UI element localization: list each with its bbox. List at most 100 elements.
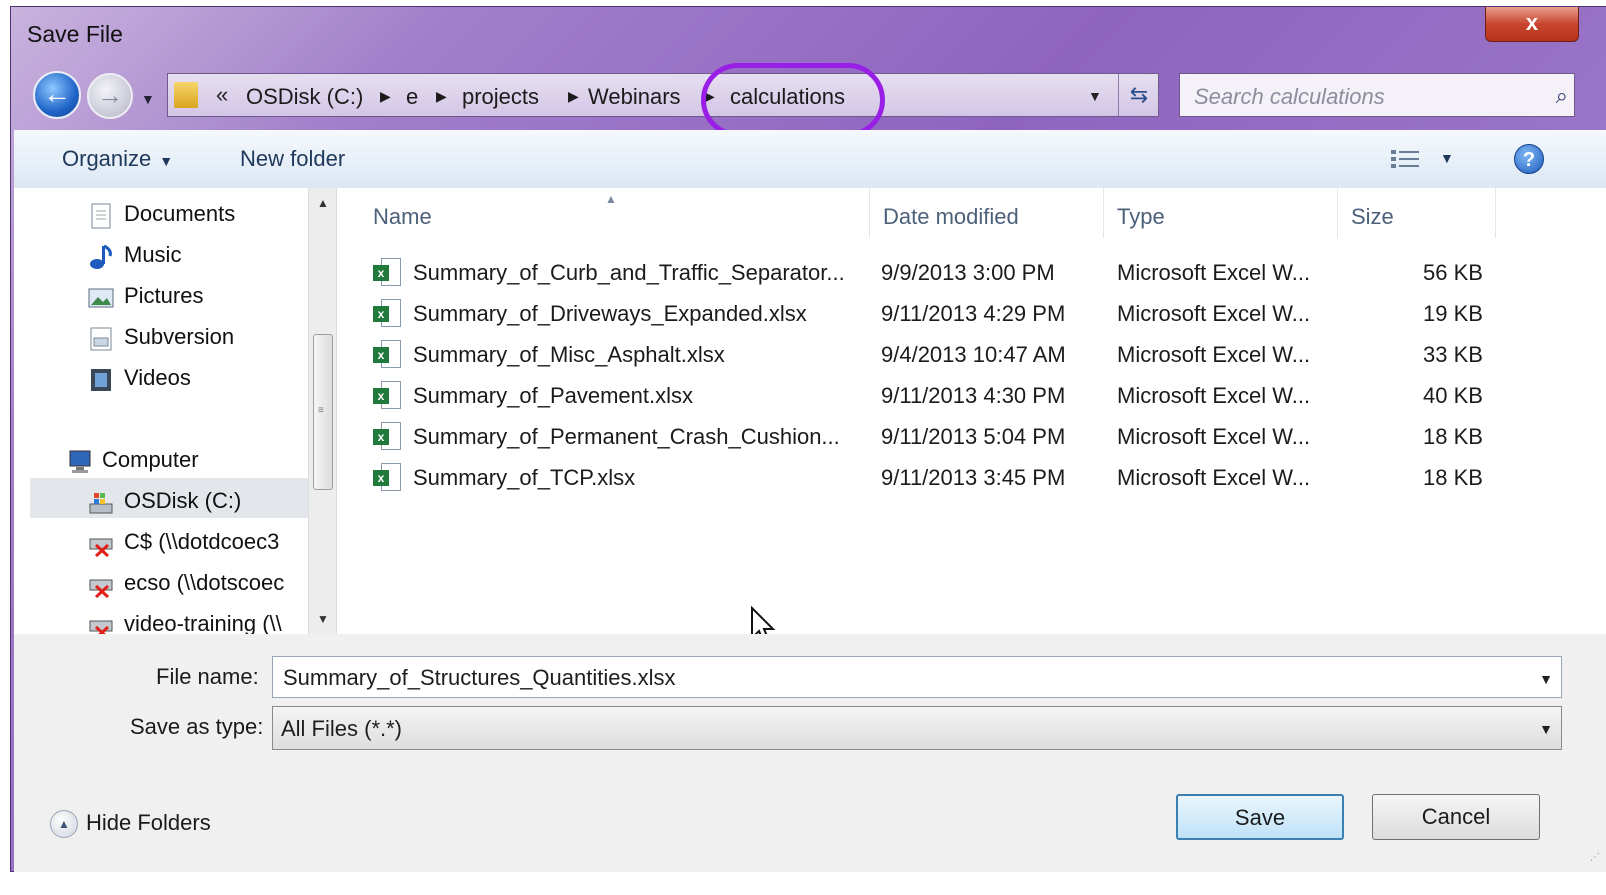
excel-file-icon: x xyxy=(373,258,401,288)
file-row[interactable]: x Summary_of_Misc_Asphalt.xlsx 9/4/2013 … xyxy=(367,334,1507,374)
column-divider[interactable] xyxy=(869,188,870,238)
column-header-name[interactable]: Name xyxy=(373,204,432,230)
forward-button[interactable]: → xyxy=(87,73,133,119)
address-overflow-chevrons[interactable]: « xyxy=(216,82,228,108)
pictures-icon xyxy=(88,284,114,310)
breadcrumb-webinars[interactable]: Webinars xyxy=(588,84,681,110)
nav-item-label: Music xyxy=(124,242,182,267)
column-header-size[interactable]: Size xyxy=(1351,204,1394,230)
recent-locations-dropdown[interactable]: ▼ xyxy=(141,91,155,107)
excel-file-icon: x xyxy=(373,340,401,370)
file-size: 18 KB xyxy=(1423,465,1483,490)
nav-item-computer[interactable]: Computer xyxy=(66,440,199,480)
excel-file-icon: x xyxy=(373,381,401,411)
arrow-right-icon: → xyxy=(97,80,123,110)
scroll-down-arrow[interactable]: ▼ xyxy=(317,612,329,626)
file-size: 19 KB xyxy=(1423,301,1483,326)
nav-item-network-cdollar[interactable]: C$ (\\dotdcoec3 xyxy=(88,522,279,562)
document-icon xyxy=(88,202,114,229)
chevron-down-icon[interactable]: ▼ xyxy=(1539,671,1553,687)
change-view-icon[interactable] xyxy=(1390,148,1420,170)
breadcrumb-osdisk[interactable]: OSDisk (C:) xyxy=(246,84,363,110)
file-name-value: Summary_of_Structures_Quantities.xlsx xyxy=(283,665,676,690)
sort-ascending-icon: ▲ xyxy=(605,192,617,206)
file-size: 56 KB xyxy=(1423,260,1483,285)
file-name: Summary_of_Curb_and_Traffic_Separator... xyxy=(413,260,845,285)
excel-file-icon: x xyxy=(373,422,401,452)
save-options-panel: File name: Summary_of_Structures_Quantit… xyxy=(14,634,1606,872)
breadcrumb-separator[interactable]: ▶ xyxy=(568,88,579,105)
subversion-icon xyxy=(88,325,114,351)
file-name: Summary_of_Permanent_Crash_Cushion... xyxy=(413,424,840,449)
close-button[interactable]: x xyxy=(1485,7,1579,42)
breadcrumb-projects[interactable]: projects xyxy=(462,84,539,110)
network-drive-disconnected-icon xyxy=(88,571,114,599)
save-button[interactable]: Save xyxy=(1176,794,1344,840)
chevron-down-icon[interactable]: ▼ xyxy=(1539,721,1553,737)
annotation-highlight-circle xyxy=(701,63,885,137)
nav-item-network-ecso[interactable]: ecso (\\dotscoec xyxy=(88,563,284,603)
nav-item-network-video-training[interactable]: video-training (\\ xyxy=(88,604,282,634)
file-date: 9/11/2013 3:45 PM xyxy=(881,465,1066,490)
refresh-button[interactable]: ⇆ xyxy=(1118,74,1159,116)
file-date: 9/11/2013 4:30 PM xyxy=(881,383,1066,408)
nav-item-music[interactable]: Music xyxy=(88,235,181,275)
save-as-type-select[interactable]: All Files (*.*) ▼ xyxy=(272,706,1562,750)
nav-item-osdisk[interactable]: OSDisk (C:) xyxy=(88,481,241,521)
file-row[interactable]: x Summary_of_TCP.xlsx 9/11/2013 3:45 PM … xyxy=(367,457,1507,497)
file-row[interactable]: x Summary_of_Permanent_Crash_Cushion... … xyxy=(367,416,1507,456)
file-date: 9/11/2013 5:04 PM xyxy=(881,424,1066,449)
file-date: 9/4/2013 10:47 AM xyxy=(881,342,1066,367)
file-type: Microsoft Excel W... xyxy=(1117,383,1311,408)
scroll-thumb[interactable]: ≡ xyxy=(313,334,333,490)
network-drive-disconnected-icon xyxy=(88,530,114,558)
scroll-up-arrow[interactable]: ▲ xyxy=(317,196,329,210)
file-name: Summary_of_Driveways_Expanded.xlsx xyxy=(413,301,807,326)
file-type: Microsoft Excel W... xyxy=(1117,424,1311,449)
file-name: Summary_of_TCP.xlsx xyxy=(413,465,636,490)
breadcrumb-separator[interactable]: ▶ xyxy=(436,88,447,105)
help-icon[interactable]: ? xyxy=(1514,144,1544,174)
column-divider[interactable] xyxy=(1103,188,1104,238)
file-date: 9/9/2013 3:00 PM xyxy=(881,260,1055,285)
file-name-input[interactable]: Summary_of_Structures_Quantities.xlsx ▼ xyxy=(272,656,1562,698)
file-size: 33 KB xyxy=(1423,342,1483,367)
file-row[interactable]: x Summary_of_Driveways_Expanded.xlsx 9/1… xyxy=(367,293,1507,333)
organize-label: Organize xyxy=(62,146,152,171)
command-toolbar: Organize ▼ New folder ▼ ? xyxy=(14,130,1606,189)
nav-item-documents[interactable]: Documents xyxy=(88,194,235,234)
nav-item-videos[interactable]: Videos xyxy=(88,358,191,398)
folder-icon xyxy=(174,82,198,108)
nav-item-label: C$ (\\dotdcoec3 xyxy=(124,529,280,554)
file-name: Summary_of_Pavement.xlsx xyxy=(413,383,693,408)
dialog-content: Organize ▼ New folder ▼ ? Documents Music… xyxy=(14,130,1606,872)
column-header-type[interactable]: Type xyxy=(1117,204,1165,230)
new-folder-button[interactable]: New folder xyxy=(240,146,345,172)
nav-item-subversion[interactable]: Subversion xyxy=(88,317,234,357)
breadcrumb-separator[interactable]: ▶ xyxy=(380,88,391,105)
arrow-left-icon: ← xyxy=(43,78,71,109)
hide-folders-label: Hide Folders xyxy=(86,810,211,835)
hide-folders-button[interactable]: ▲ Hide Folders xyxy=(50,810,211,839)
column-divider[interactable] xyxy=(1495,188,1496,238)
address-dropdown-arrow[interactable]: ▼ xyxy=(1088,88,1102,104)
view-options-dropdown[interactable]: ▼ xyxy=(1440,150,1454,166)
column-header-date-modified[interactable]: Date modified xyxy=(883,204,1019,230)
resize-grip-icon[interactable]: ⋰ xyxy=(1590,852,1600,863)
file-row[interactable]: x Summary_of_Pavement.xlsx 9/11/2013 4:3… xyxy=(367,375,1507,415)
music-icon xyxy=(88,243,114,270)
nav-item-pictures[interactable]: Pictures xyxy=(88,276,203,316)
column-divider[interactable] xyxy=(1337,188,1338,238)
refresh-icon: ⇆ xyxy=(1129,82,1149,107)
file-row[interactable]: x Summary_of_Curb_and_Traffic_Separator.… xyxy=(367,252,1507,292)
search-icon[interactable]: ⌕ xyxy=(1556,83,1568,109)
search-placeholder: Search calculations xyxy=(1194,84,1385,109)
address-bar[interactable]: « OSDisk (C:) ▶ e ▶ projects ▶ Webinars … xyxy=(167,73,1159,117)
breadcrumb-e[interactable]: e xyxy=(406,84,418,110)
navigation-scrollbar[interactable]: ▲ ≡ ▼ xyxy=(308,188,336,634)
search-input[interactable]: Search calculations ⌕ xyxy=(1179,73,1575,117)
nav-item-label: Computer xyxy=(102,447,199,472)
cancel-button[interactable]: Cancel xyxy=(1372,794,1540,840)
back-button[interactable]: ← xyxy=(33,71,81,119)
organize-menu-button[interactable]: Organize ▼ xyxy=(62,146,173,172)
